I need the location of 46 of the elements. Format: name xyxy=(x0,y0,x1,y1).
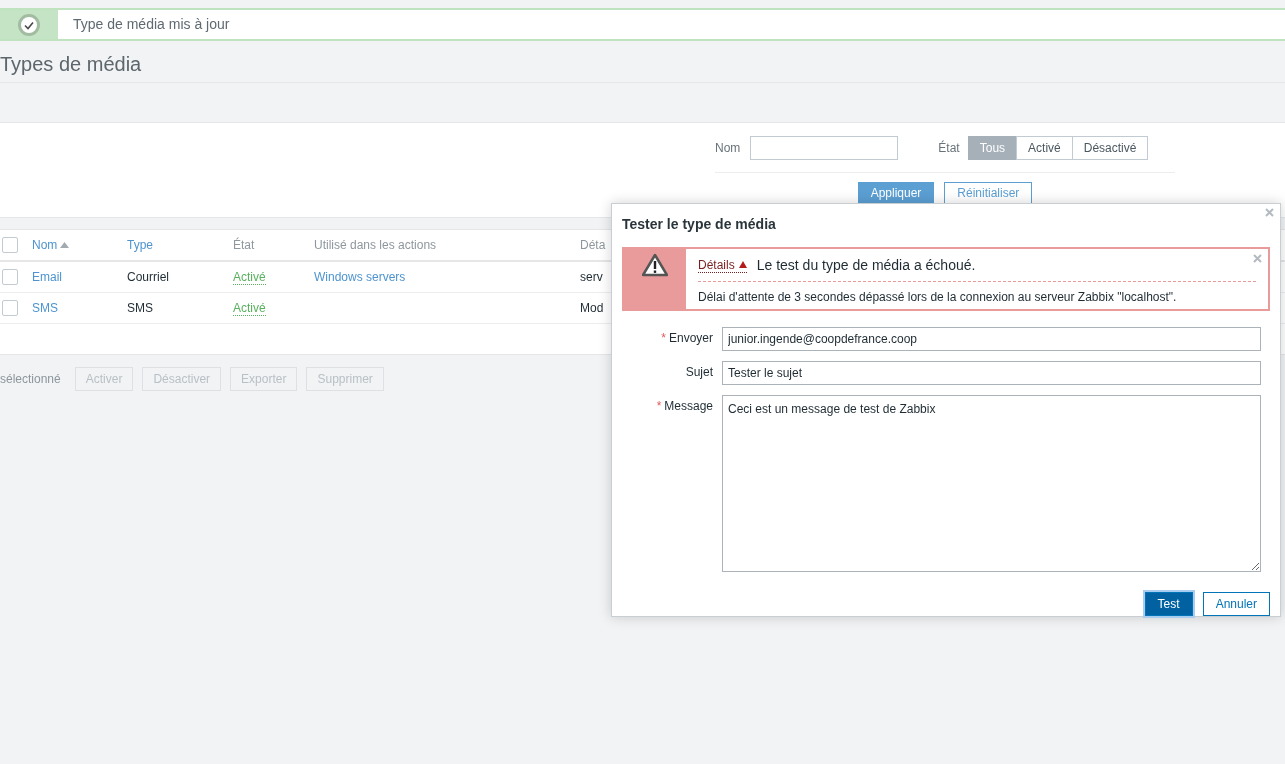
field-label: État xyxy=(938,140,960,155)
test-button[interactable]: Test xyxy=(1144,592,1193,616)
details-link[interactable]: Détails xyxy=(698,257,747,273)
state-toggle-option[interactable]: Désactivé xyxy=(1071,135,1149,160)
field-label: Envoyer xyxy=(668,331,713,345)
status-link[interactable]: Activé xyxy=(233,270,266,285)
checkbox[interactable] xyxy=(2,237,18,253)
status-link[interactable]: Activé xyxy=(233,301,266,316)
warning-icon xyxy=(642,253,668,277)
column-header: Déta xyxy=(580,238,606,252)
alert-summary: Le test du type de média a échoué. xyxy=(756,257,976,273)
required-asterisk: * xyxy=(661,331,666,345)
table-cell: Courriel xyxy=(127,270,169,284)
field-label: Sujet xyxy=(685,365,713,379)
name-input-field[interactable] xyxy=(750,135,899,160)
cancel-button[interactable]: Annuler xyxy=(1202,592,1270,616)
column-header: Utilisé dans les actions xyxy=(314,238,437,252)
action-link[interactable]: Windows servers xyxy=(314,270,406,284)
message-text: Type de média mis à jour xyxy=(72,15,230,34)
selected-count: sélectionné xyxy=(0,372,61,386)
required-asterisk: * xyxy=(656,399,662,413)
close-icon[interactable] xyxy=(1253,254,1262,263)
dialog-title: Tester le type de média xyxy=(622,215,777,234)
checkbox[interactable] xyxy=(2,300,18,316)
text-input-field[interactable]: junior.ingende@coopdefrance.coop xyxy=(722,327,1261,351)
close-icon[interactable] xyxy=(1265,208,1274,217)
alert-detail: Délai d'attente de 3 secondes dépassé lors de la connexion au serveur Zabbix "localhost". xyxy=(698,289,1178,304)
media-type-link[interactable]: Email xyxy=(32,270,62,284)
table-cell: serv xyxy=(580,270,603,284)
text-input-field[interactable]: Tester le sujet xyxy=(722,361,1261,385)
apply-button[interactable]: Appliquer xyxy=(857,182,935,204)
table-cell: Mod xyxy=(580,301,604,315)
check-circle-icon xyxy=(18,13,40,36)
field-label: Nom xyxy=(715,140,741,155)
checkbox[interactable] xyxy=(2,269,18,285)
column-header: État xyxy=(233,238,255,252)
page-title: Types de média xyxy=(0,41,1285,83)
column-header[interactable]: Nom xyxy=(32,238,58,252)
message-textarea[interactable]: Ceci est un message de test de Zabbix xyxy=(722,395,1261,572)
reset-button[interactable]: Réinitialiser xyxy=(944,182,1033,204)
table-cell: SMS xyxy=(127,301,153,315)
state-toggle-option[interactable]: Tous xyxy=(967,135,1018,160)
column-header[interactable]: Type xyxy=(127,238,153,252)
state-toggle-option[interactable]: Activé xyxy=(1016,135,1073,160)
field-label: Message xyxy=(664,399,713,413)
media-type-link[interactable]: SMS xyxy=(32,301,58,315)
